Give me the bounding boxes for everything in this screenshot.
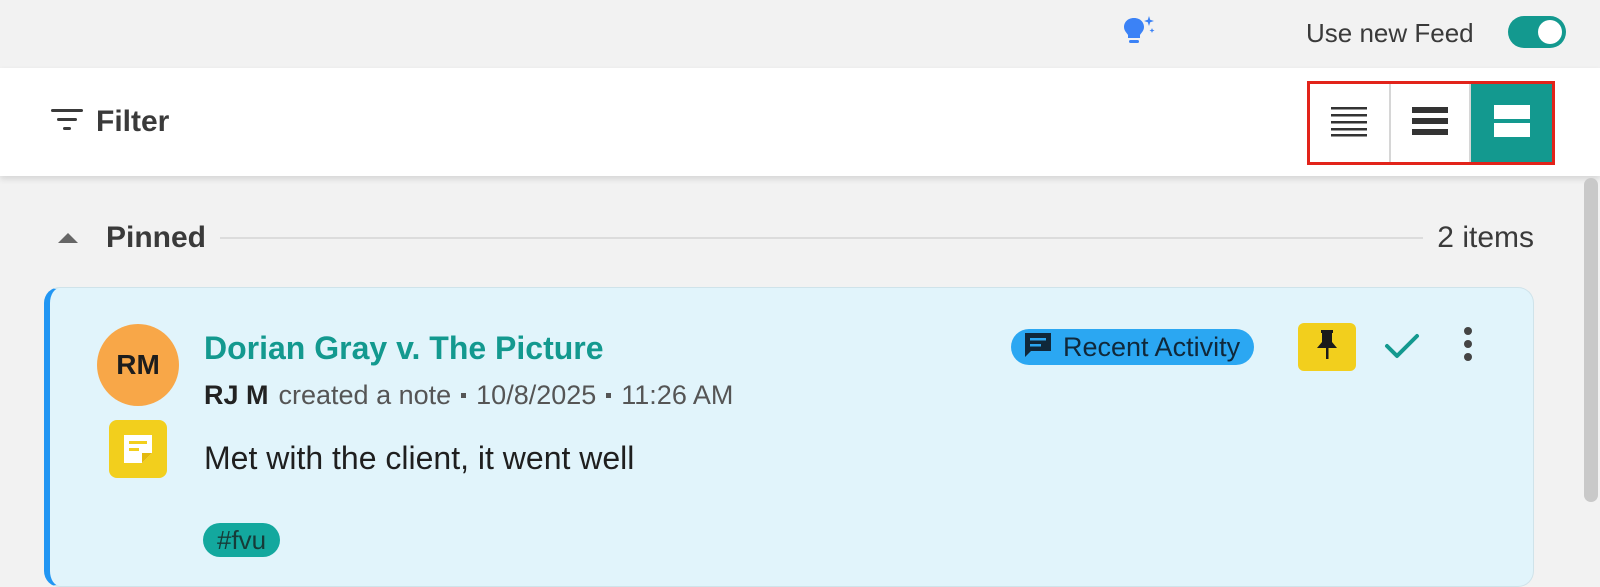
pinned-count: 2 items: [1437, 221, 1534, 254]
note-meta: RJ M created a note 10/8/2025 11:26 AM: [204, 380, 733, 411]
action-text: created a note: [278, 380, 452, 410]
view-density-switcher: [1307, 81, 1555, 165]
expanded-view-button[interactable]: [1471, 84, 1552, 162]
author-name: RJ M: [204, 380, 269, 410]
separator-dot: [461, 393, 467, 398]
mark-complete-button[interactable]: [1382, 328, 1422, 368]
filter-lines-icon: [50, 106, 84, 139]
compact-view-button[interactable]: [1310, 84, 1391, 162]
pin-button[interactable]: [1298, 323, 1356, 371]
standard-view-button[interactable]: [1391, 84, 1472, 162]
filter-label: Filter: [96, 105, 170, 138]
top-bar: Use new Feed: [0, 0, 1600, 68]
note-time: 11:26 AM: [621, 380, 734, 410]
collapse-caret-icon[interactable]: [58, 233, 78, 243]
separator-dot: [606, 393, 612, 398]
recent-activity-badge[interactable]: Recent Activity: [1011, 329, 1255, 365]
lightbulb-sparkle-icon[interactable]: [1122, 14, 1156, 48]
use-new-feed-label: Use new Feed: [1306, 18, 1474, 48]
filter-button[interactable]: Filter: [50, 104, 169, 140]
kebab-menu-icon: [1463, 326, 1473, 367]
compact-lines-icon: [1330, 105, 1368, 142]
more-options-button[interactable]: [1450, 324, 1486, 368]
avatar: RM: [97, 324, 179, 406]
comment-icon: [1023, 331, 1053, 364]
hashtag-chip[interactable]: #fvu: [203, 523, 281, 557]
section-divider: [220, 237, 1424, 239]
feed-scrollbar[interactable]: [1584, 178, 1598, 502]
pin-icon: [1315, 329, 1339, 366]
expanded-rows-icon: [1493, 104, 1531, 143]
use-new-feed-toggle[interactable]: [1508, 16, 1566, 48]
recent-activity-label: Recent Activity: [1063, 331, 1241, 362]
feed-toolbar: Filter: [0, 68, 1600, 176]
toggle-knob: [1538, 20, 1562, 44]
note-body: Met with the client, it went well: [204, 440, 635, 476]
feed-card: RM Dorian Gray v. The Picture RJ M creat…: [44, 287, 1534, 587]
pinned-label: Pinned: [106, 221, 207, 254]
standard-lines-icon: [1411, 105, 1449, 142]
note-date: 10/8/2025: [476, 380, 597, 410]
note-icon: [109, 420, 167, 478]
checkmark-icon: [1384, 332, 1420, 365]
case-title-link[interactable]: Dorian Gray v. The Picture: [204, 330, 604, 367]
pinned-section-header: Pinned 2 items: [56, 216, 1534, 260]
